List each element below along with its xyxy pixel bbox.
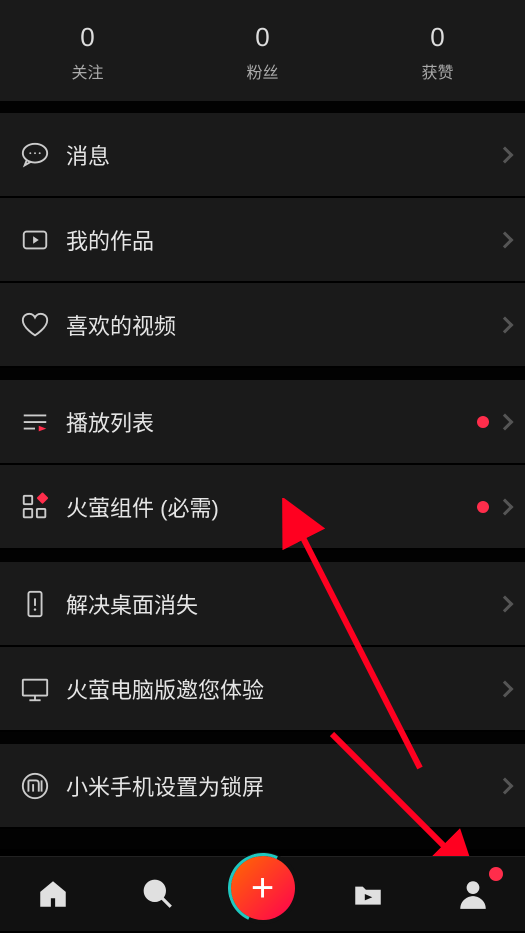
chevron-right-icon <box>497 498 514 515</box>
nav-create[interactable]: + <box>210 857 315 931</box>
nav-search[interactable] <box>105 857 210 931</box>
chevron-right-icon <box>497 231 514 248</box>
fab-create[interactable]: + <box>231 856 295 920</box>
heart-icon <box>12 310 58 340</box>
widgets-icon <box>12 492 58 522</box>
playlist-icon <box>12 407 58 437</box>
menu-liked-videos[interactable]: 喜欢的视频 <box>0 283 525 368</box>
menu-widgets[interactable]: 火萤组件 (必需) <box>0 465 525 550</box>
separator <box>0 368 525 380</box>
bottom-nav: + <box>0 856 525 931</box>
stat-fans-label: 粉丝 <box>175 59 350 83</box>
separator <box>0 732 525 744</box>
stat-follow-label: 关注 <box>0 59 175 83</box>
menu-widgets-label: 火萤组件 (必需) <box>58 491 477 523</box>
phone-alert-icon <box>12 589 58 619</box>
menu-liked-videos-label: 喜欢的视频 <box>58 309 499 341</box>
chevron-right-icon <box>497 777 514 794</box>
monitor-icon <box>12 674 58 704</box>
menu-messages-label: 消息 <box>58 139 499 171</box>
nav-library[interactable] <box>315 857 420 931</box>
chat-icon <box>12 140 58 170</box>
stat-fans[interactable]: 0 粉丝 <box>175 22 350 83</box>
menu-xiaomi-lock-label: 小米手机设置为锁屏 <box>58 770 499 802</box>
chevron-right-icon <box>497 316 514 333</box>
unread-dot <box>477 501 489 513</box>
plus-icon: + <box>251 868 274 908</box>
separator <box>0 829 525 849</box>
chevron-right-icon <box>497 146 514 163</box>
stat-likes-label: 获赞 <box>350 59 525 83</box>
nav-home[interactable] <box>0 857 105 931</box>
menu-fix-desktop[interactable]: 解决桌面消失 <box>0 562 525 647</box>
menu-messages[interactable]: 消息 <box>0 113 525 198</box>
stat-follow-value: 0 <box>0 22 175 53</box>
nav-profile[interactable] <box>420 857 525 931</box>
menu-playlist-label: 播放列表 <box>58 406 477 438</box>
unread-dot <box>477 416 489 428</box>
stat-follow[interactable]: 0 关注 <box>0 22 175 83</box>
stat-likes[interactable]: 0 获赞 <box>350 22 525 83</box>
menu-playlist[interactable]: 播放列表 <box>0 380 525 465</box>
mi-logo-icon <box>12 771 58 801</box>
menu-my-works-label: 我的作品 <box>58 224 499 256</box>
menu-fix-desktop-label: 解决桌面消失 <box>58 588 499 620</box>
profile-stats: 0 关注 0 粉丝 0 获赞 <box>0 0 525 101</box>
menu-my-works[interactable]: 我的作品 <box>0 198 525 283</box>
chevron-right-icon <box>497 595 514 612</box>
separator <box>0 101 525 113</box>
chevron-right-icon <box>497 413 514 430</box>
notification-dot <box>489 867 503 881</box>
menu-pc-invite[interactable]: 火萤电脑版邀您体验 <box>0 647 525 732</box>
menu-xiaomi-lock[interactable]: 小米手机设置为锁屏 <box>0 744 525 829</box>
menu-pc-invite-label: 火萤电脑版邀您体验 <box>58 673 499 705</box>
video-play-icon <box>12 225 58 255</box>
stat-likes-value: 0 <box>350 22 525 53</box>
separator <box>0 550 525 562</box>
chevron-right-icon <box>497 680 514 697</box>
stat-fans-value: 0 <box>175 22 350 53</box>
